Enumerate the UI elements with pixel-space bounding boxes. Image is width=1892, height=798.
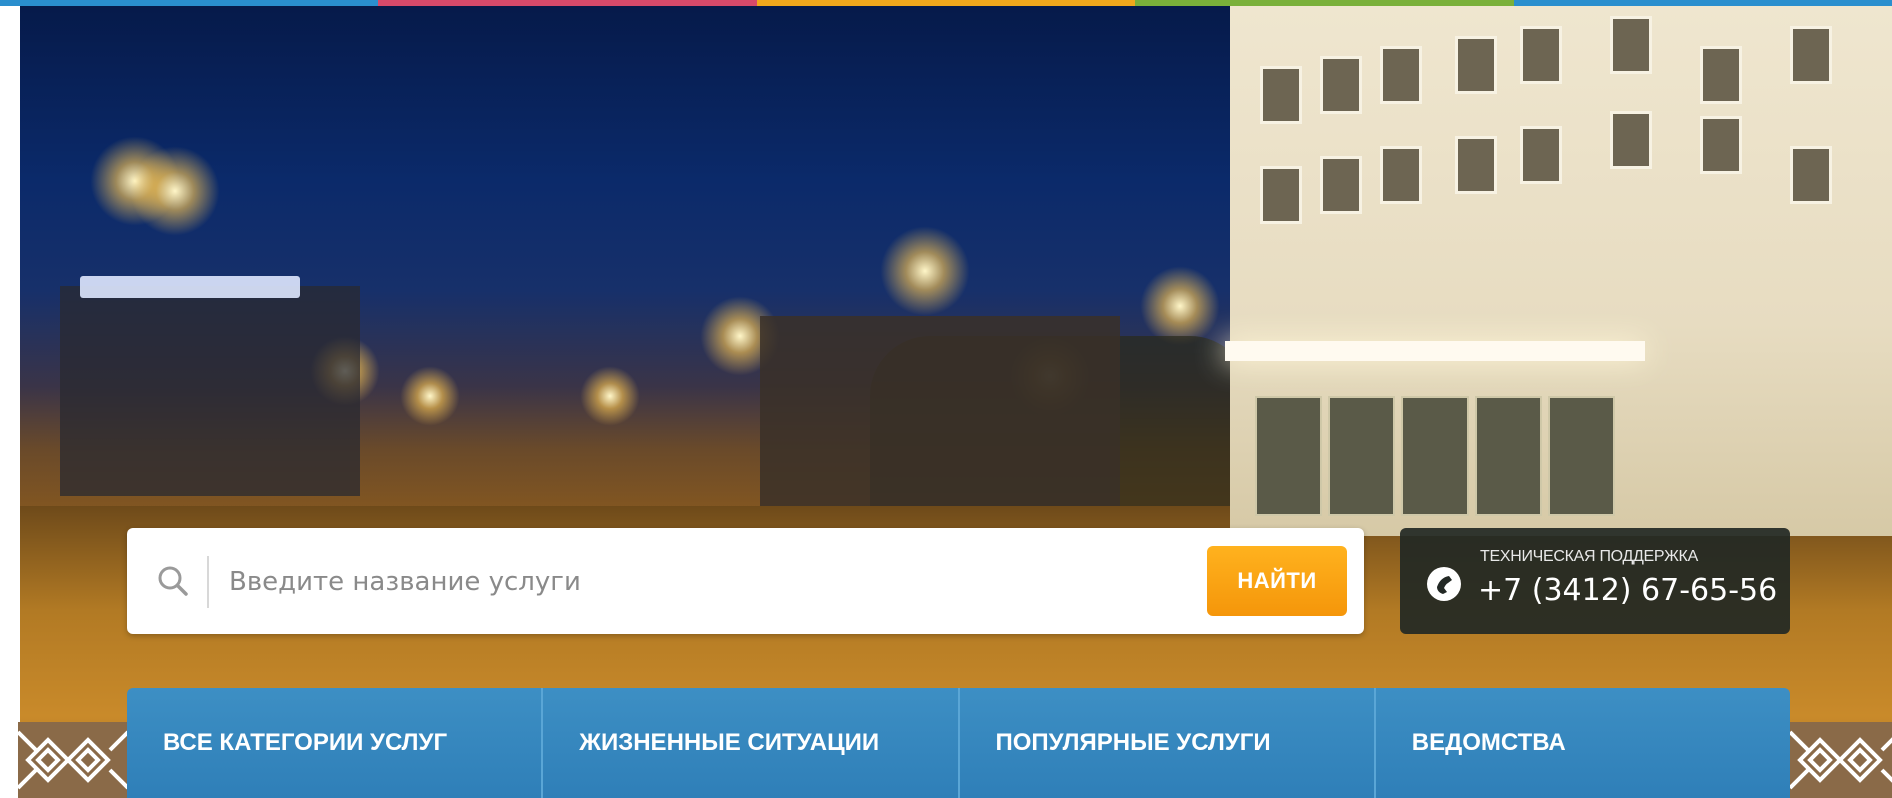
building-left-roof-light [80,276,300,298]
search-bar: НАЙТИ [127,528,1364,634]
building-cornice-light [1225,341,1645,361]
building-left [60,286,360,496]
ornament-icon [18,722,128,798]
search-icon [158,566,188,596]
phone-icon [1427,567,1461,601]
search-divider [207,556,209,608]
search-button[interactable]: НАЙТИ [1207,546,1347,616]
nav-departments[interactable]: ВЕДОМСТВА [1373,688,1790,798]
support-label: ТЕХНИЧЕСКАЯ ПОДДЕРЖКА [1480,548,1698,565]
hero-banner [20,6,1892,798]
support-phone[interactable]: +7 (3412) 67-65-56 [1478,573,1777,608]
ornament-icon [1790,722,1892,798]
nav-life-situations[interactable]: ЖИЗНЕННЫЕ СИТУАЦИИ [541,688,957,798]
neon-sign [825,272,905,298]
main-navigation: ВСЕ КАТЕГОРИИ УСЛУГ ЖИЗНЕННЫЕ СИТУАЦИИ П… [127,688,1790,798]
left-gutter [0,6,20,798]
nav-all-categories[interactable]: ВСЕ КАТЕГОРИИ УСЛУГ [127,688,541,798]
search-input[interactable] [227,548,1111,616]
technical-support: ТЕХНИЧЕСКАЯ ПОДДЕРЖКА +7 (3412) 67-65-56 [1400,528,1790,634]
nav-popular-services[interactable]: ПОПУЛЯРНЫЕ УСЛУГИ [957,688,1374,798]
building-entrance [1255,396,1616,516]
building-middle [760,316,1120,506]
